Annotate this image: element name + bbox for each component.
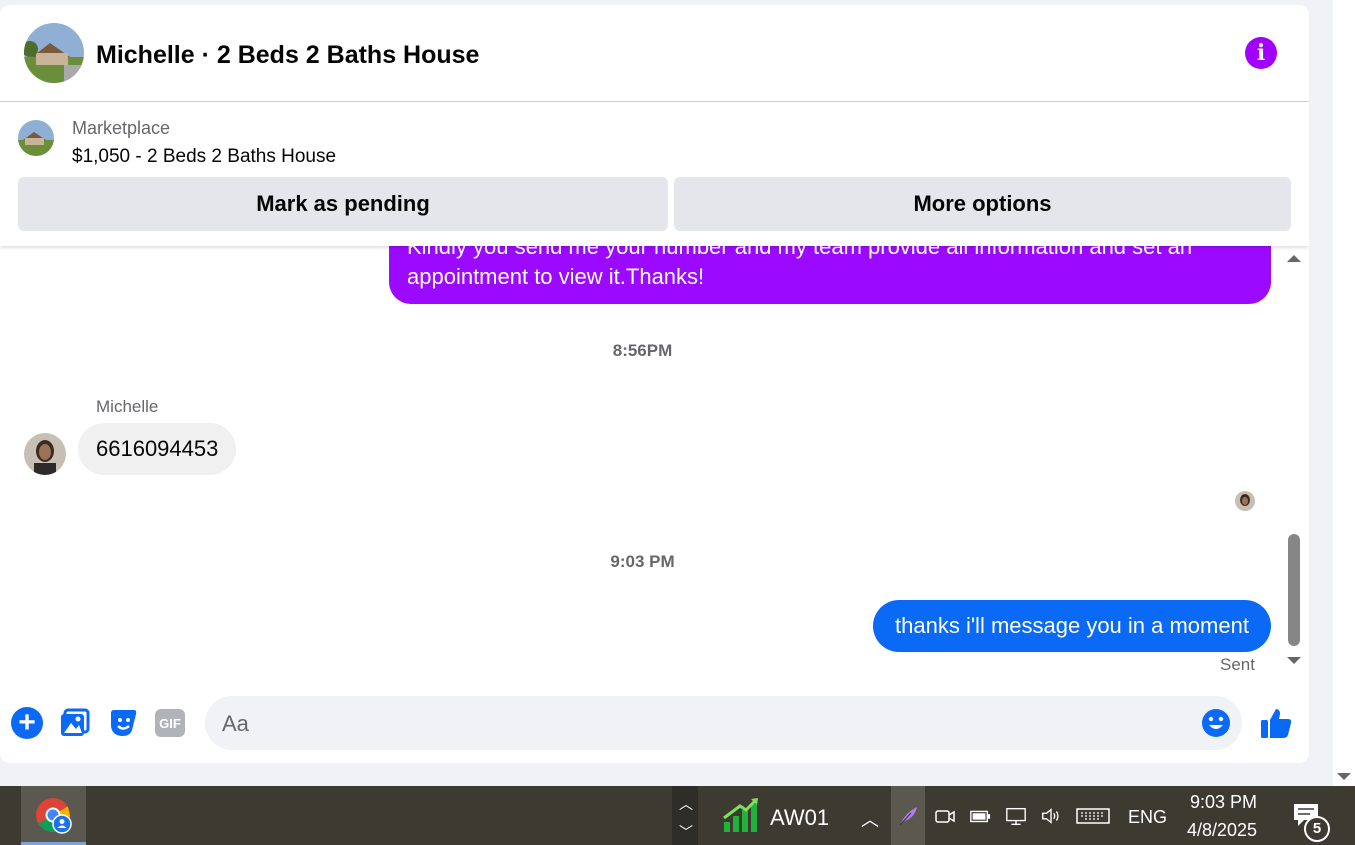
outgoing-message[interactable]: Kindly you send me your number and my te… <box>389 246 1271 304</box>
language-indicator[interactable]: ENG <box>1128 807 1167 828</box>
taskbar: ︿ ﹀ AW01 ︿ ENG 9:03 PM 4/8/2025 5 <box>0 786 1355 845</box>
page-scrollbar[interactable] <box>1333 0 1355 786</box>
conversation-title: Michelle · 2 Beds 2 Baths House <box>96 41 480 69</box>
sticker-icon[interactable] <box>107 707 139 739</box>
seen-indicator-avatar <box>1235 491 1255 511</box>
mark-as-pending-button[interactable]: Mark as pending <box>18 177 668 231</box>
chevron-down-icon[interactable]: ﹀ <box>679 822 693 842</box>
listing-panel: Marketplace $1,050 - 2 Beds 2 Baths Hous… <box>0 102 1309 246</box>
clock-date[interactable]: 4/8/2025 <box>1187 820 1257 841</box>
message-scroll-down[interactable] <box>1287 657 1301 664</box>
volume-icon[interactable] <box>1040 805 1062 827</box>
timestamp: 8:56PM <box>612 341 673 360</box>
message-scroll-up[interactable] <box>1287 255 1301 262</box>
chat-header: Michelle · 2 Beds 2 Baths House i <box>0 5 1309 102</box>
plus-icon[interactable]: + <box>11 707 43 739</box>
network-icon[interactable] <box>1005 805 1027 827</box>
listing-avatar[interactable] <box>24 23 84 83</box>
taskbar-scroll[interactable]: ︿ ﹀ <box>672 786 698 845</box>
gif-icon[interactable]: GIF <box>155 709 185 737</box>
aw-app-label[interactable]: AW01 <box>770 805 829 831</box>
composer: + GIF Aa <box>0 685 1309 763</box>
image-icon[interactable] <box>59 707 91 739</box>
battery-icon[interactable] <box>969 805 991 827</box>
like-icon[interactable] <box>1258 705 1294 741</box>
outgoing-message[interactable]: thanks i'll message you in a moment <box>873 600 1271 652</box>
info-icon[interactable]: i <box>1245 37 1277 69</box>
page-scroll-down[interactable] <box>1337 773 1351 780</box>
page-gutter <box>1309 0 1333 786</box>
chrome-icon <box>34 796 72 834</box>
incoming-message[interactable]: 6616094453 <box>78 423 237 475</box>
sender-avatar[interactable] <box>24 433 66 475</box>
sender-name: Michelle <box>96 397 159 416</box>
listing-title[interactable]: $1,050 - 2 Beds 2 Baths House <box>72 146 336 168</box>
message-input-placeholder: Aa <box>222 711 249 736</box>
aw-app-icon[interactable] <box>722 796 760 834</box>
chat-window: Michelle · 2 Beds 2 Baths House i Market… <box>0 5 1309 763</box>
listing-thumbnail[interactable] <box>18 120 54 156</box>
message-status: Sent <box>1220 655 1255 673</box>
more-options-button[interactable]: More options <box>674 177 1291 231</box>
keyboard-icon[interactable] <box>1076 805 1110 827</box>
marketplace-label: Marketplace <box>72 118 171 138</box>
message-list: Kindly you send me your number and my te… <box>0 246 1309 673</box>
message-input[interactable]: Aa <box>205 696 1242 750</box>
feather-tray-button[interactable] <box>891 786 925 845</box>
chevron-up-icon[interactable]: ︿ <box>679 794 693 814</box>
emoji-icon[interactable] <box>1201 708 1231 738</box>
clock-time[interactable]: 9:03 PM <box>1190 792 1257 813</box>
notification-count-badge: 5 <box>1304 816 1330 842</box>
message-scrollbar[interactable] <box>1288 534 1300 646</box>
chrome-taskbar-button[interactable] <box>21 786 86 845</box>
show-hidden-icons[interactable]: ︿ <box>861 806 879 832</box>
feather-icon <box>899 807 917 826</box>
meet-icon[interactable] <box>934 805 956 827</box>
timestamp: 9:03 PM <box>610 552 675 571</box>
